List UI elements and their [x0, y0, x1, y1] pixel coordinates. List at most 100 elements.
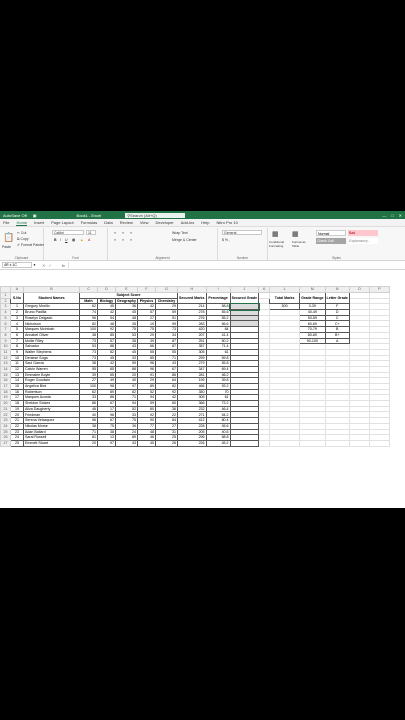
- italic-button[interactable]: I: [60, 238, 61, 242]
- font-color-icon[interactable]: A: [88, 238, 90, 242]
- style-check-cell[interactable]: Check Cell: [316, 238, 346, 244]
- middle-align-icon[interactable]: ≡: [122, 231, 124, 235]
- header-grade-range[interactable]: Grade Range: [299, 291, 326, 305]
- cell[interactable]: [348, 439, 370, 447]
- conditional-formatting-icon[interactable]: ▦: [272, 230, 279, 238]
- check-icon[interactable]: ✓: [48, 263, 51, 268]
- close-icon[interactable]: ✕: [399, 213, 402, 218]
- bold-button[interactable]: B: [54, 238, 57, 242]
- cancel-icon[interactable]: ✕: [42, 263, 45, 268]
- percentage-cell[interactable]: 45.2: [205, 439, 231, 447]
- score-cell[interactable]: 40: [136, 439, 156, 447]
- tab-data[interactable]: Data: [104, 220, 112, 225]
- right-align-icon[interactable]: ≡: [130, 238, 132, 242]
- table-row: 1 S.No Student Names Subject Score Secured M…: [0, 291, 390, 305]
- score-cell[interactable]: 26: [154, 439, 178, 447]
- borders-icon[interactable]: ▦: [72, 238, 75, 242]
- cut-label: Cut: [20, 231, 27, 235]
- save-icon[interactable]: ▣: [33, 213, 37, 218]
- top-align-icon[interactable]: ≡: [114, 231, 116, 235]
- autosave-label: AutoSave: [3, 212, 21, 218]
- clipboard-group: 📋 Paste ✂ Cut ⧉ Copy ✐ Format Painter Cl…: [0, 228, 44, 260]
- cell[interactable]: [258, 439, 271, 447]
- search-box[interactable]: ⚲ Search (Alt+Q): [125, 212, 186, 218]
- secured-grade-cell[interactable]: [229, 439, 260, 447]
- cut-button[interactable]: ✂ Cut: [17, 231, 26, 235]
- conditional-formatting-button[interactable]: Conditional Formatting: [269, 240, 289, 248]
- paste-button[interactable]: Paste: [2, 245, 11, 249]
- window-title: Book1 - Excel: [76, 212, 102, 218]
- score-cell[interactable]: 43: [115, 439, 138, 447]
- cell[interactable]: [324, 439, 350, 447]
- header-letter-grade[interactable]: Letter Grade: [324, 291, 350, 305]
- header-biology[interactable]: Biology: [97, 297, 116, 305]
- left-align-icon[interactable]: ≡: [114, 238, 116, 242]
- tab-file[interactable]: File: [3, 220, 9, 225]
- score-cell[interactable]: 97: [97, 439, 116, 447]
- cell[interactable]: [299, 439, 326, 447]
- style-normal[interactable]: Normal: [316, 230, 346, 236]
- student-name-cell[interactable]: Emmett Stuart: [23, 439, 80, 447]
- maximize-icon[interactable]: □: [391, 213, 393, 218]
- minimize-icon[interactable]: —: [382, 213, 386, 218]
- alignment-label: Alignment: [155, 256, 170, 260]
- window-controls: — □ ✕: [382, 213, 402, 218]
- tab-nitro-pro-10[interactable]: Nitro Pro 10: [217, 220, 238, 225]
- autosave-toggle[interactable]: AutoSave Off: [3, 213, 27, 218]
- formula-input[interactable]: [67, 262, 405, 268]
- table-row: 27 25 Emmett Stuart 20 97 43 40 26 226 45.2: [0, 439, 390, 447]
- format-as-table-button[interactable]: Format as Table: [292, 240, 312, 248]
- fill-color-icon[interactable]: ▲: [80, 238, 83, 242]
- alignment-group: ≡ ≡ ≡ ≡ ≡ ≡ Wrap Text Merge & Center Ali…: [108, 228, 218, 260]
- row-header[interactable]: 27: [0, 439, 11, 447]
- format-painter-label: Format Painter: [20, 243, 45, 247]
- name-box[interactable]: 4R x 1C: [2, 262, 32, 268]
- header-secured-marks[interactable]: Secured Marks: [176, 291, 207, 305]
- number-format-select[interactable]: General: [222, 230, 262, 235]
- font-name-select[interactable]: Calibri: [52, 230, 84, 235]
- tab-page-layout[interactable]: Page Layout: [51, 220, 73, 225]
- tab-add-ins[interactable]: Add-ins: [181, 220, 195, 225]
- header-student-names[interactable]: Student Names: [23, 291, 80, 305]
- paste-icon[interactable]: 📋: [3, 232, 14, 243]
- cell[interactable]: [269, 439, 301, 447]
- ribbon: 📋 Paste ✂ Cut ⧉ Copy ✐ Format Painter Cl…: [0, 227, 405, 261]
- header-physics[interactable]: Physics: [136, 297, 156, 305]
- font-size-select[interactable]: 11: [86, 230, 96, 235]
- fx-icon[interactable]: fx: [62, 263, 65, 268]
- secured-marks-cell[interactable]: 226: [176, 439, 207, 447]
- tab-formulas[interactable]: Formulas: [81, 220, 98, 225]
- header-sno[interactable]: S.No: [10, 291, 24, 305]
- tab-home[interactable]: Home: [16, 220, 28, 226]
- copy-label: Copy: [20, 237, 29, 241]
- style-explanatory[interactable]: Explanatory...: [348, 238, 378, 244]
- wrap-text-button[interactable]: Wrap Text: [172, 231, 188, 235]
- underline-button[interactable]: U: [65, 238, 68, 242]
- header-chemistry[interactable]: Chemistry: [154, 297, 178, 305]
- score-cell[interactable]: 20: [79, 439, 98, 447]
- format-painter-button[interactable]: ✐ Format Painter: [17, 243, 44, 247]
- cell-grid[interactable]: A B C D E F G H I J K L M N O P 1 S.No Student Names Subjec…: [0, 286, 390, 447]
- style-bad[interactable]: Bad: [348, 230, 378, 236]
- header-geography[interactable]: Geography: [115, 297, 138, 305]
- tab-review[interactable]: Review: [120, 220, 133, 225]
- format-table-icon[interactable]: ▦: [292, 230, 299, 238]
- currency-icon[interactable]: $ % ,: [222, 238, 230, 242]
- tab-insert[interactable]: Insert: [34, 220, 44, 225]
- bottom-align-icon[interactable]: ≡: [130, 231, 132, 235]
- tab-help[interactable]: Help: [201, 220, 209, 225]
- font-label: Font: [72, 256, 79, 260]
- merge-center-button[interactable]: Merge & Center: [172, 238, 197, 242]
- header-secured-grade[interactable]: Secured Grade: [229, 291, 260, 305]
- header-percentage[interactable]: Percentage: [205, 291, 231, 305]
- cell[interactable]: [368, 439, 390, 447]
- tab-developer[interactable]: Developer: [155, 220, 173, 225]
- chevron-down-icon[interactable]: ▼: [33, 263, 36, 267]
- tab-view[interactable]: View: [140, 220, 149, 225]
- header-total-marks[interactable]: Total Marks: [269, 291, 301, 305]
- sno-cell[interactable]: 25: [10, 439, 24, 447]
- center-align-icon[interactable]: ≡: [122, 238, 124, 242]
- copy-button[interactable]: ⧉ Copy: [17, 237, 29, 241]
- worksheet[interactable]: A B C D E F G H I J K L M N O P 1 S.No Student Names Subjec…: [0, 286, 405, 508]
- ribbon-tabs: File Home Insert Page Layout Formulas Data Rev…: [0, 219, 405, 227]
